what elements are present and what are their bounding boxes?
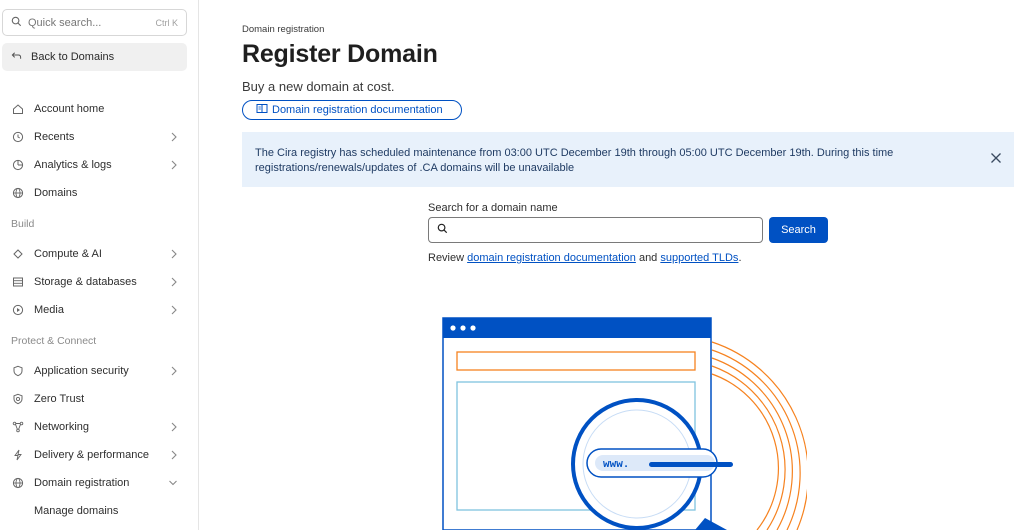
shield-icon — [12, 365, 24, 377]
domain-search-illustration: www. — [437, 312, 809, 530]
sidebar-item-label: Account home — [34, 103, 105, 115]
chevron-right-icon — [170, 131, 178, 146]
documentation-link-button[interactable]: Domain registration documentation — [242, 100, 462, 120]
chevron-right-icon — [170, 248, 178, 263]
quick-search-input[interactable]: Quick search... Ctrl K — [2, 9, 187, 36]
sidebar-item-label: Application security — [34, 365, 129, 377]
sidebar-item-compute[interactable]: Compute & AI — [0, 240, 198, 268]
sidebar-item-label: Domains — [34, 187, 78, 199]
clock-icon — [12, 131, 24, 143]
sidebar-item-recents[interactable]: Recents — [0, 123, 198, 151]
chevron-right-icon — [170, 304, 178, 319]
domain-search-label: Search for a domain name — [428, 202, 558, 214]
maintenance-banner: The Cira registry has scheduled maintena… — [242, 132, 1014, 187]
globe-icon — [12, 187, 24, 199]
sidebar-item-label: Domain registration — [34, 477, 130, 489]
keyboard-shortcut: Ctrl K — [155, 17, 179, 28]
review-text: Review domain registration documentation… — [428, 252, 742, 264]
review-middle: and — [635, 252, 661, 264]
quick-search-placeholder: Quick search... — [28, 16, 102, 29]
back-label: Back to Domains — [31, 51, 115, 63]
main-content: Domain registration Register Domain Buy … — [242, 0, 1029, 530]
storage-icon — [12, 276, 24, 288]
page-title: Register Domain — [242, 40, 438, 68]
breadcrumb: Domain registration — [242, 24, 325, 35]
illustration-url-text: www. — [603, 459, 629, 471]
search-icon — [11, 16, 22, 30]
sidebar-item-account-home[interactable]: Account home — [0, 95, 198, 123]
search-icon — [437, 221, 448, 239]
globe-icon — [12, 477, 24, 489]
review-suffix: . — [738, 252, 742, 264]
compute-icon — [12, 248, 24, 260]
chart-icon — [12, 159, 24, 171]
chevron-right-icon — [170, 421, 178, 436]
sidebar-item-label: Networking — [34, 421, 90, 433]
sidebar-item-label: Delivery & performance — [34, 449, 149, 461]
sidebar-item-label: Zero Trust — [34, 393, 85, 405]
banner-text-line-1: The Cira registry has scheduled maintena… — [255, 147, 894, 159]
search-button[interactable]: Search — [769, 217, 828, 243]
sidebar-item-label: Analytics & logs — [34, 159, 112, 171]
sidebar-item-label: Storage & databases — [34, 276, 137, 288]
sidebar-item-analytics[interactable]: Analytics & logs — [0, 151, 198, 179]
chevron-right-icon — [170, 159, 178, 174]
sidebar-item-label: Media — [34, 304, 64, 316]
close-icon[interactable] — [990, 152, 1002, 169]
sidebar-subitem-manage-domains[interactable]: Manage domains — [0, 497, 198, 525]
sidebar-item-label: Compute & AI — [34, 248, 102, 260]
documentation-link-label: Domain registration documentation — [272, 104, 443, 116]
chevron-down-icon — [168, 477, 178, 492]
supported-tlds-link[interactable]: supported TLDs — [660, 252, 738, 264]
back-to-domains-button[interactable]: Back to Domains — [2, 43, 187, 71]
sidebar-item-domain-registration[interactable]: Domain registration — [0, 469, 198, 497]
review-prefix: Review — [428, 252, 468, 264]
sidebar-item-app-security[interactable]: Application security — [0, 357, 198, 385]
home-icon — [12, 103, 24, 115]
sidebar-item-networking[interactable]: Networking — [0, 413, 198, 441]
book-icon — [256, 103, 268, 117]
banner-text-line-2: registrations/renewals/updates of .CA do… — [255, 161, 575, 174]
sidebar-item-domains[interactable]: Domains — [0, 179, 198, 207]
bolt-icon — [12, 449, 24, 461]
sidebar-item-label: Recents — [34, 131, 75, 143]
zero-trust-icon — [12, 393, 24, 405]
chevron-right-icon — [170, 276, 178, 291]
media-icon — [12, 304, 24, 316]
chevron-right-icon — [170, 365, 178, 380]
sidebar-item-storage[interactable]: Storage & databases — [0, 268, 198, 296]
network-icon — [12, 421, 24, 433]
domain-search-input[interactable] — [428, 217, 763, 243]
back-arrow-icon — [11, 50, 22, 64]
sidebar-item-media[interactable]: Media — [0, 296, 198, 324]
sidebar-item-zero-trust[interactable]: Zero Trust — [0, 385, 198, 413]
sidebar-item-delivery[interactable]: Delivery & performance — [0, 441, 198, 469]
domain-registration-docs-link[interactable]: domain registration documentation — [467, 252, 636, 264]
chevron-right-icon — [170, 449, 178, 464]
section-heading-protect: Protect & Connect — [11, 334, 97, 347]
sidebar-nav: Account home Recents Analytics & logs Do… — [0, 95, 198, 525]
section-heading-build: Build — [11, 217, 35, 230]
page-subtitle: Buy a new domain at cost. — [242, 79, 395, 94]
sidebar: Quick search... Ctrl K Back to Domains A… — [0, 0, 199, 530]
